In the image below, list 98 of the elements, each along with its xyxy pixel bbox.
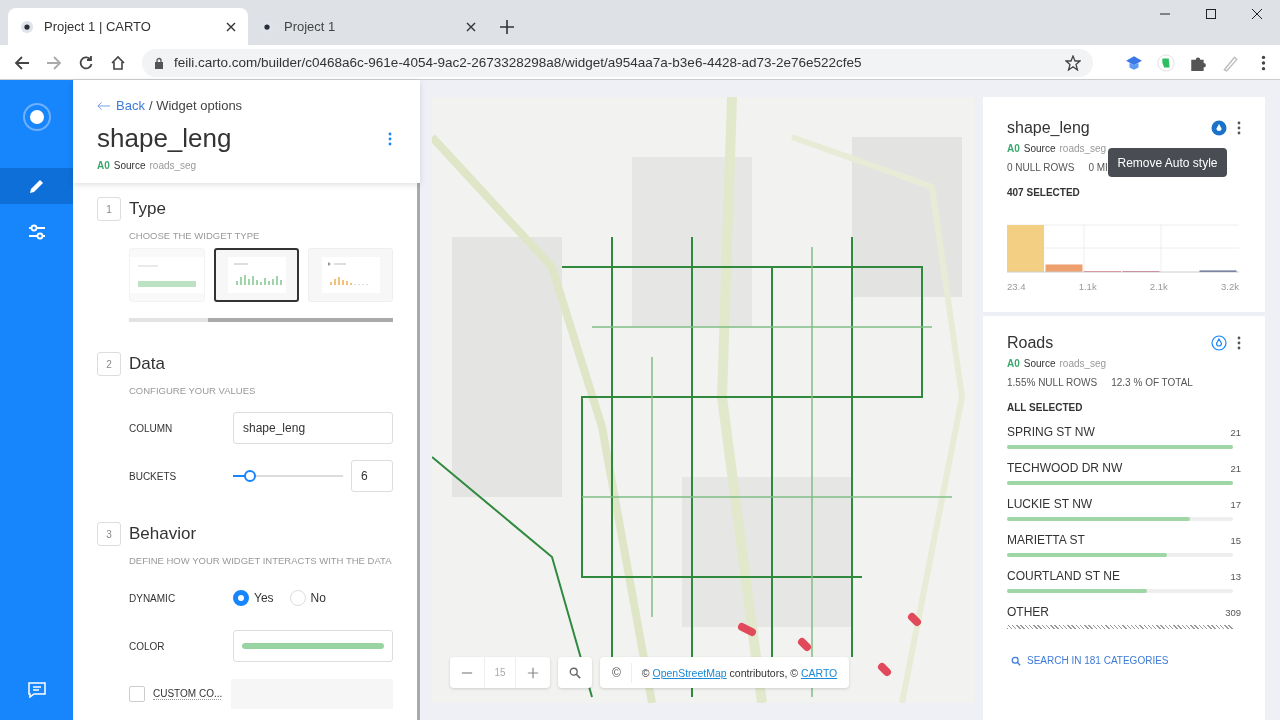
category-name[interactable]: TECHWOOD DR NW — [1007, 461, 1123, 475]
histogram-drawing[interactable] — [1007, 224, 1239, 273]
category-count: 21 — [1230, 463, 1241, 474]
attribution-text: © OpenStreetMap contributors, © CARTO — [641, 666, 838, 679]
close-icon[interactable] — [466, 21, 476, 32]
category-count: 17 — [1230, 499, 1241, 510]
source-label: Source — [1023, 143, 1056, 154]
pen-icon[interactable] — [1221, 53, 1239, 72]
search-link[interactable]: SEARCH IN 181 CATEGORIES — [1011, 655, 1241, 666]
scrollbar[interactable] — [417, 183, 420, 720]
field-label: DYNAMIC — [129, 592, 177, 604]
widget-title: Roads — [1007, 334, 1055, 352]
axis-label: 1.1k — [1078, 281, 1097, 292]
scrollbar-thumb[interactable] — [208, 318, 393, 322]
category-name[interactable]: LUCKIE ST NW — [1007, 497, 1093, 511]
radio-label: Yes — [254, 591, 274, 605]
stat-text: 1.55% NULL ROWS — [1007, 377, 1098, 388]
buckets-field[interactable]: 6 — [351, 460, 393, 492]
info-button[interactable]: © — [600, 662, 632, 683]
back-arrow-icon[interactable] — [14, 54, 30, 71]
logo-icon[interactable] — [21, 102, 52, 132]
more-options-icon[interactable] — [388, 131, 392, 146]
layer-tag: A0 — [1007, 143, 1020, 154]
address-field[interactable]: feili.carto.com/builder/c0468a6c-961e-4054-9ac2-2673328298a8/widget/a954aa7a-b3e6-4428-ad73-2e76e522cfe5 — [142, 48, 1093, 77]
droplet-icon[interactable] — [1211, 120, 1227, 136]
zoom-in-icon[interactable] — [527, 666, 539, 679]
edit-tab[interactable] — [0, 168, 73, 204]
close-icon[interactable] — [226, 21, 236, 32]
attribution-link[interactable]: CARTO — [800, 666, 838, 679]
field-label: COLOR — [129, 640, 166, 652]
section-title: Type — [129, 199, 166, 219]
field-label: COLUMN — [129, 422, 174, 434]
forward-arrow-icon — [46, 54, 62, 71]
widget-title: shape_leng — [1007, 119, 1091, 137]
stat-text: 12.3 % OF TOTAL — [1111, 377, 1193, 388]
checkbox[interactable] — [129, 686, 145, 702]
category-count: 309 — [1225, 607, 1241, 618]
category-name[interactable]: COURTLAND ST NE — [1007, 569, 1120, 583]
section-title: Data — [129, 354, 165, 374]
search-icon[interactable] — [569, 666, 581, 679]
maximize-icon[interactable] — [1205, 8, 1217, 20]
menu-icon[interactable] — [1261, 53, 1266, 72]
lock-icon — [154, 56, 164, 69]
attribution-link[interactable]: OpenStreetMap — [652, 666, 727, 679]
section-title: Behavior — [129, 524, 197, 544]
source-name: roads_seg — [1059, 143, 1107, 154]
arrow-icon — [97, 100, 110, 111]
slider-thumb[interactable] — [243, 470, 256, 482]
more-options-icon[interactable] — [1237, 336, 1241, 350]
sliders-icon — [26, 222, 47, 242]
color-field[interactable] — [233, 630, 393, 662]
field-label: BUCKETS — [129, 470, 178, 482]
source-label: Source — [1023, 358, 1056, 369]
zoom-level: 15 — [484, 657, 516, 688]
reload-icon[interactable] — [78, 54, 94, 71]
selection-count: 407 SELECTED — [1007, 187, 1081, 198]
tooltip: Remove Auto style — [1108, 148, 1227, 177]
star-icon[interactable] — [1065, 54, 1081, 71]
globe-icon — [20, 19, 34, 34]
axis-label: 3.2k — [1221, 281, 1239, 292]
widget-title: shape_leng — [97, 123, 232, 154]
category-count: 21 — [1230, 427, 1241, 438]
more-options-icon[interactable] — [1237, 121, 1241, 135]
category-name[interactable]: MARIETTA ST — [1007, 533, 1085, 547]
section-subtitle: DEFINE HOW YOUR WIDGET INTERACTS WITH THE DATA — [129, 555, 393, 566]
stat-text: 0 NULL ROWS — [1007, 162, 1075, 173]
step-number: 3 — [97, 522, 121, 546]
home-icon[interactable] — [110, 54, 126, 71]
browser-tab[interactable]: Project 1 | CARTO — [8, 8, 248, 45]
source-label: Source — [113, 160, 146, 171]
category-name[interactable]: SPRING ST NW — [1007, 425, 1095, 439]
radio-label: No — [310, 591, 326, 605]
browser-tab[interactable]: Project 1 — [248, 8, 488, 45]
axis-label: 2.1k — [1149, 281, 1168, 292]
step-number: 1 — [97, 197, 121, 221]
chat-icon[interactable] — [27, 682, 46, 698]
back-link[interactable]: Back — [97, 98, 145, 113]
section-subtitle: CONFIGURE YOUR VALUES — [129, 385, 257, 396]
section-subtitle: CHOOSE THE WIDGET TYPE — [129, 230, 261, 241]
close-icon[interactable] — [1251, 8, 1263, 20]
search-icon — [1011, 655, 1021, 666]
layer-tag: A0 — [97, 160, 110, 171]
radio-button[interactable] — [233, 590, 249, 606]
selection-count: ALL SELECTED — [1007, 402, 1084, 413]
step-number: 2 — [97, 352, 121, 376]
category-count: 15 — [1230, 535, 1241, 546]
source-name: roads_seg — [1059, 358, 1107, 369]
layer-tag: A0 — [1007, 358, 1020, 369]
stat-text: 0 MI — [1088, 162, 1108, 173]
category-name[interactable]: OTHER — [1007, 605, 1049, 619]
column-field[interactable]: shape_leng — [233, 412, 393, 444]
breadcrumb-text: / Widget options — [148, 98, 243, 113]
source-name: roads_seg — [149, 160, 197, 171]
category-count: 13 — [1230, 571, 1241, 582]
checkbox-label: CUSTOM CO... — [153, 688, 221, 700]
axis-label: 23.4 — [1007, 281, 1026, 292]
droplet-icon[interactable] — [1211, 335, 1227, 351]
new-tab-icon[interactable] — [500, 20, 514, 34]
